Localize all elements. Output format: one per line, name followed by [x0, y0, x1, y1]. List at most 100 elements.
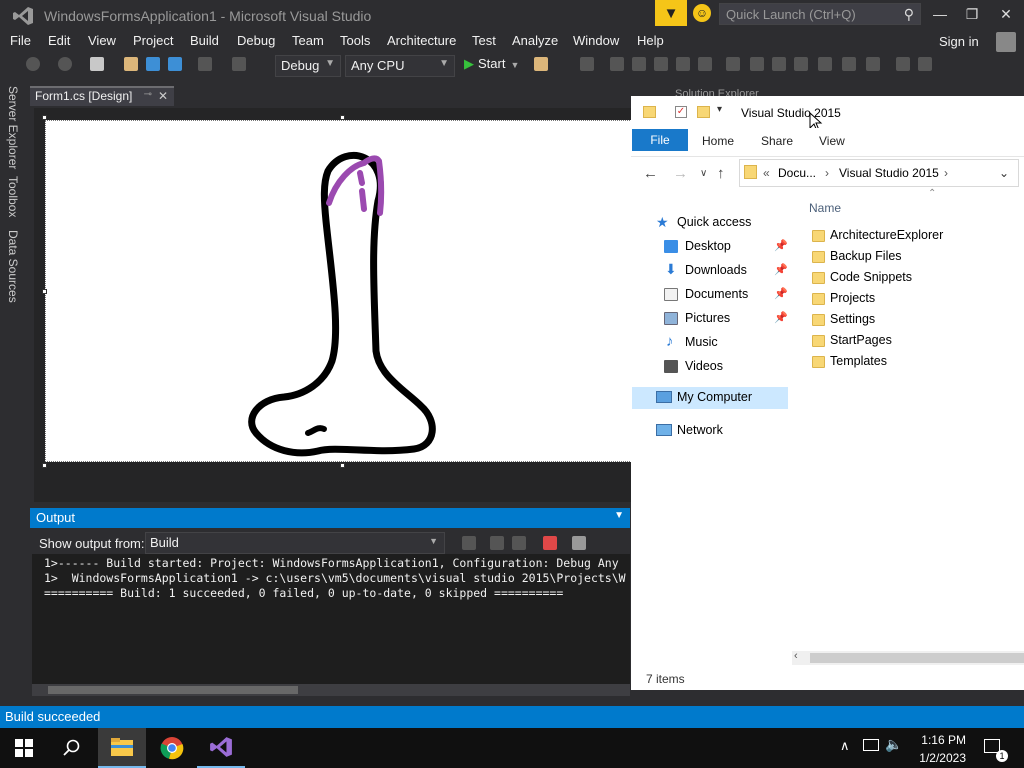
menu-tools[interactable]: Tools — [340, 33, 370, 48]
resize-handle[interactable] — [42, 463, 47, 468]
align-middles-icon[interactable] — [676, 57, 690, 71]
menu-project[interactable]: Project — [133, 33, 173, 48]
user-avatar-icon[interactable] — [996, 32, 1016, 52]
tab-server-explorer[interactable]: Server Explorer — [6, 86, 20, 169]
nav-music[interactable]: ♪ Music — [632, 332, 788, 354]
nav-videos[interactable]: Videos — [632, 356, 788, 378]
quick-launch-input[interactable] — [720, 4, 920, 24]
nav-pictures[interactable]: Pictures 📌 — [632, 308, 788, 330]
ribbon-tab-view[interactable]: View — [819, 134, 845, 148]
taskbar-clock[interactable]: 1:16 PM 1/2/2023 — [919, 731, 966, 767]
menu-window[interactable]: Window — [573, 33, 619, 48]
tab-form1-design[interactable]: Form1.cs [Design] ⊸ ✕ — [30, 86, 174, 106]
pin-icon[interactable]: ⊸ — [144, 89, 152, 100]
word-wrap-icon[interactable] — [572, 536, 586, 550]
up-arrow-icon[interactable]: ↑ — [717, 165, 725, 182]
properties-icon[interactable]: ✓ — [675, 106, 687, 118]
open-file-icon[interactable] — [124, 57, 138, 71]
bring-to-front-icon[interactable] — [896, 57, 910, 71]
menu-test[interactable]: Test — [472, 33, 496, 48]
overflow-chevron-icon[interactable]: « — [763, 166, 770, 180]
maximize-button[interactable]: ❐ — [958, 4, 986, 24]
nav-quick-access[interactable]: ★ Quick access — [632, 212, 788, 234]
new-folder-icon[interactable] — [697, 106, 710, 118]
menu-view[interactable]: View — [88, 33, 116, 48]
menu-debug[interactable]: Debug — [237, 33, 275, 48]
chevron-right-icon[interactable]: › — [944, 166, 948, 180]
undo-icon[interactable] — [198, 57, 212, 71]
close-tab-icon[interactable]: ✕ — [158, 89, 168, 103]
horizontal-spacing-icon[interactable] — [750, 57, 764, 71]
redo-icon[interactable] — [232, 57, 246, 71]
search-icon[interactable]: ⚲ — [904, 6, 914, 23]
navigate-back-icon[interactable] — [26, 57, 40, 71]
close-button[interactable]: ✕ — [992, 4, 1020, 24]
tab-data-sources[interactable]: Data Sources — [6, 230, 20, 303]
align-rights-icon[interactable] — [632, 57, 646, 71]
customize-toolbar-icon[interactable]: ▾ — [717, 104, 722, 115]
vertical-spacing-icon[interactable] — [818, 57, 832, 71]
output-source-dropdown[interactable]: Build ▼ — [145, 532, 445, 554]
previous-message-icon[interactable] — [490, 536, 504, 550]
find-message-icon[interactable] — [462, 536, 476, 550]
solution-configuration-dropdown[interactable]: Debug ▼ — [275, 55, 341, 77]
network-status-icon[interactable] — [863, 739, 879, 751]
start-debugging-button[interactable]: ▶ Start ▼ — [464, 56, 519, 72]
search-button[interactable] — [48, 728, 96, 768]
save-icon[interactable] — [146, 57, 160, 71]
next-message-icon[interactable] — [512, 536, 526, 550]
ribbon-tab-file[interactable]: File — [632, 129, 688, 151]
ribbon-tab-home[interactable]: Home — [702, 134, 734, 148]
send-to-back-icon[interactable] — [918, 57, 932, 71]
output-text[interactable]: 1>------ Build started: Project: Windows… — [32, 554, 630, 684]
form1-canvas[interactable] — [45, 120, 632, 462]
chevron-down-icon[interactable]: ⌄ — [999, 166, 1009, 180]
center-vertically-icon[interactable] — [866, 57, 880, 71]
column-header-name[interactable]: Name — [809, 201, 841, 215]
clear-all-icon[interactable] — [543, 536, 557, 550]
back-arrow-icon[interactable]: ← — [643, 165, 658, 182]
save-all-icon[interactable] — [168, 57, 182, 71]
scrollbar-thumb[interactable] — [48, 686, 298, 694]
navigate-forward-icon[interactable] — [58, 57, 72, 71]
chevron-down-icon[interactable]: ▼ — [614, 510, 624, 521]
taskbar-file-explorer[interactable] — [98, 728, 146, 768]
center-horizontally-icon[interactable] — [842, 57, 856, 71]
nav-my-computer[interactable]: My Computer — [632, 387, 788, 409]
menu-analyze[interactable]: Analyze — [512, 33, 558, 48]
nav-network[interactable]: Network — [632, 420, 788, 442]
taskbar-visual-studio[interactable] — [197, 728, 245, 768]
menu-architecture[interactable]: Architecture — [387, 33, 456, 48]
nav-documents[interactable]: Documents 📌 — [632, 284, 788, 306]
minimize-button[interactable]: — — [926, 4, 954, 24]
scrollbar-thumb[interactable] — [810, 653, 1024, 663]
pin-icon[interactable]: 📌 — [774, 263, 788, 276]
notification-filter-icon[interactable]: ▼ — [655, 0, 687, 26]
quick-launch-box[interactable]: ⚲ — [719, 3, 921, 25]
feedback-smiley-icon[interactable]: ☺ — [693, 4, 711, 22]
menu-help[interactable]: Help — [637, 33, 664, 48]
volume-icon[interactable]: 🔈 — [885, 736, 902, 753]
resize-handle[interactable] — [340, 463, 345, 468]
output-panel-header[interactable]: Output ▼ — [30, 508, 630, 528]
align-centers-icon[interactable] — [610, 57, 624, 71]
nav-desktop[interactable]: Desktop 📌 — [632, 236, 788, 258]
solution-platform-dropdown[interactable]: Any CPU ▼ — [345, 55, 455, 77]
chevron-left-icon[interactable]: ‹ — [794, 650, 798, 662]
pin-icon[interactable]: 📌 — [774, 311, 788, 324]
ribbon-tab-share[interactable]: Share — [761, 134, 793, 148]
pin-icon[interactable]: 📌 — [774, 287, 788, 300]
menu-build[interactable]: Build — [190, 33, 219, 48]
forward-arrow-icon[interactable]: → — [673, 165, 688, 182]
align-bottoms-icon[interactable] — [698, 57, 712, 71]
nav-downloads[interactable]: ⬇ Downloads 📌 — [632, 260, 788, 282]
align-tops-icon[interactable] — [654, 57, 668, 71]
resize-handle[interactable] — [42, 115, 47, 120]
show-hidden-icons-chevron-icon[interactable]: ∧ — [840, 738, 850, 754]
decrease-spacing-icon[interactable] — [794, 57, 808, 71]
make-same-size-icon[interactable] — [726, 57, 740, 71]
sign-in-link[interactable]: Sign in — [939, 34, 979, 49]
chevron-right-icon[interactable]: › — [825, 166, 829, 180]
breadcrumb-documents[interactable]: Docu... — [778, 166, 816, 180]
toolbox-window-icon[interactable] — [534, 57, 548, 71]
